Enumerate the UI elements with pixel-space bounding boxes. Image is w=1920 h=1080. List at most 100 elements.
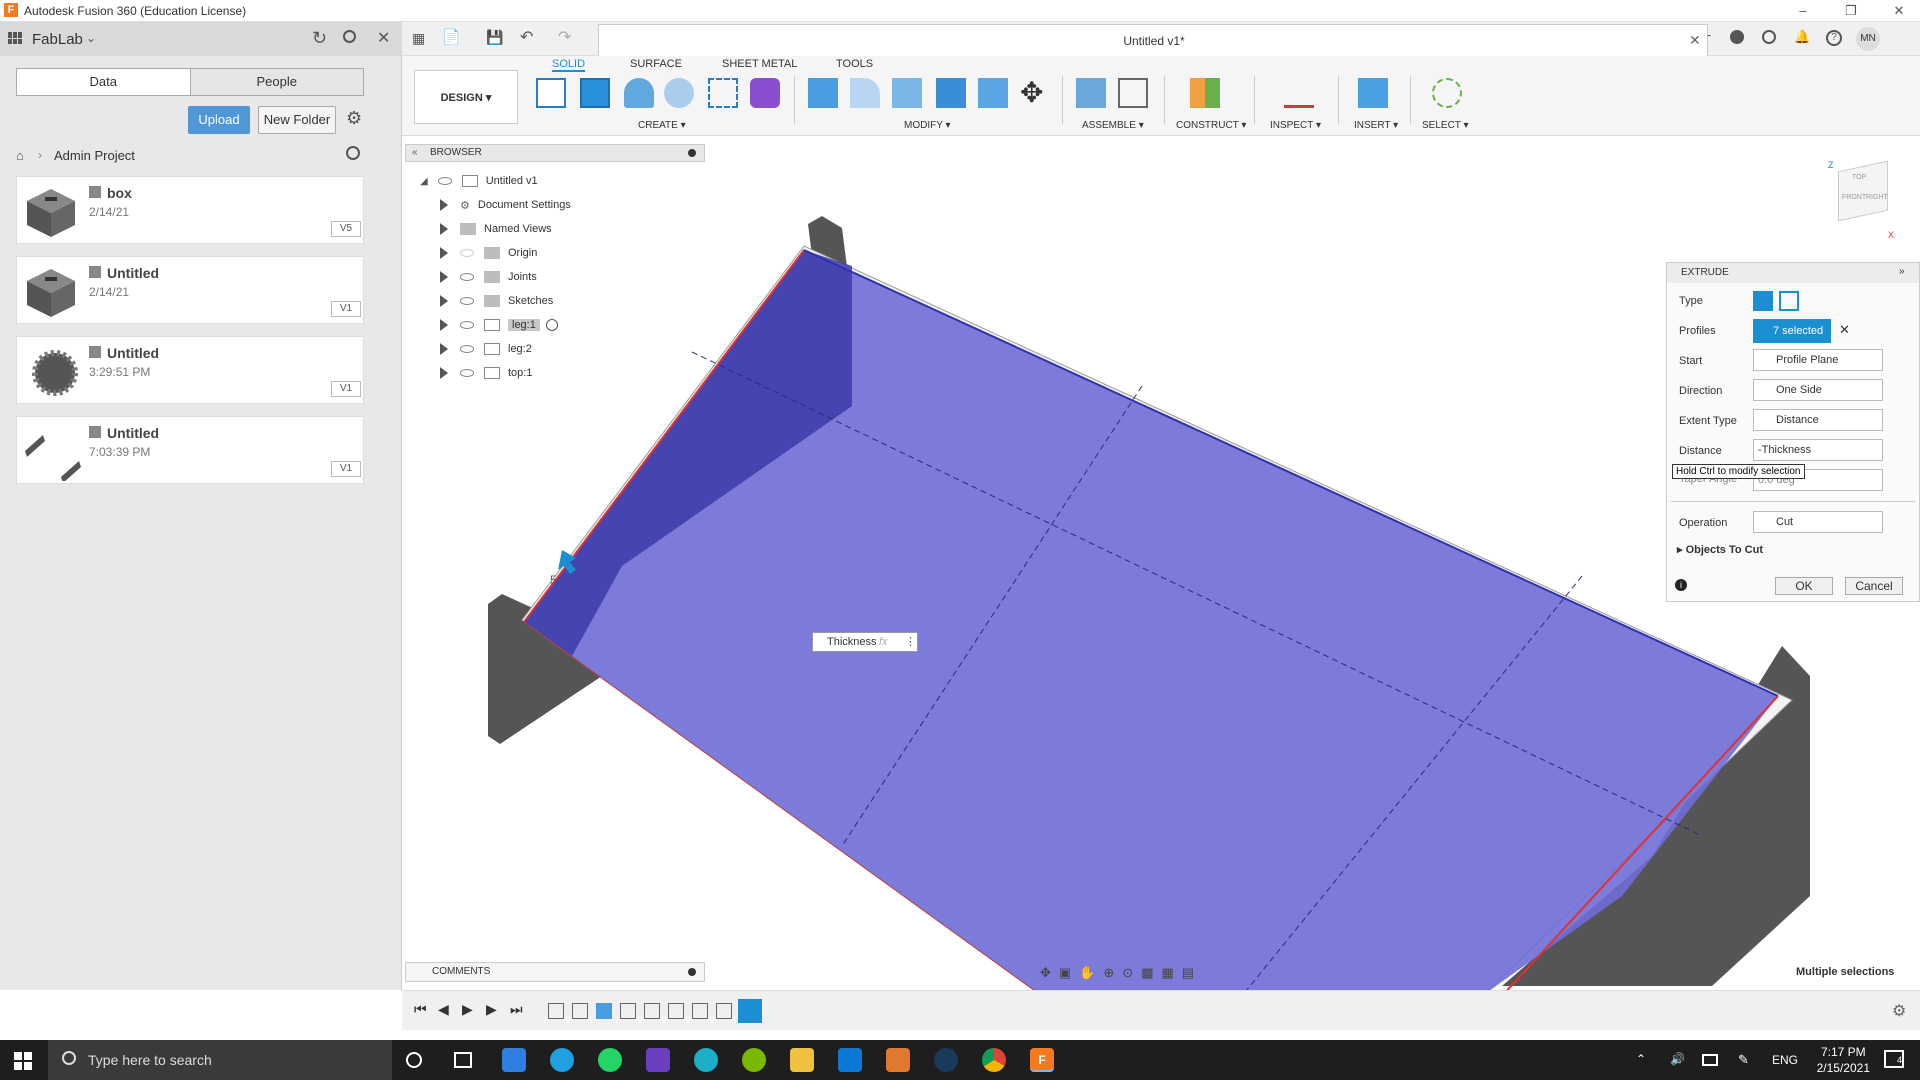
language-indicator[interactable]: ENG (1772, 1053, 1798, 1067)
previous-step-icon[interactable]: ◀ (438, 1001, 449, 1018)
extrude-icon[interactable] (580, 78, 610, 108)
refresh-icon[interactable]: ↻ (312, 28, 327, 49)
file-card[interactable]: Untitled 3:29:51 PM V1 (16, 336, 364, 404)
version-badge[interactable]: V1 (331, 301, 361, 317)
visibility-eye-icon[interactable] (437, 177, 452, 185)
activate-component-icon[interactable] (545, 319, 558, 331)
chrome-icon[interactable] (982, 1048, 1006, 1072)
browser-item-sketches[interactable]: Sketches (440, 290, 553, 312)
solid-extrude-icon[interactable] (1753, 291, 1773, 311)
file-card[interactable]: box 2/14/21 V5 (16, 176, 364, 244)
view-cube-front[interactable]: FRONT (1842, 194, 1866, 201)
app-diamond-icon[interactable] (646, 1048, 670, 1072)
view-cube-face[interactable] (1838, 160, 1888, 222)
cortana-icon[interactable] (406, 1052, 422, 1068)
notifications-bell-icon[interactable]: 🔔 (1794, 29, 1810, 45)
tab-data[interactable]: Data (17, 69, 190, 95)
create-sketch-icon[interactable] (536, 78, 566, 108)
expand-triangle-icon[interactable] (440, 319, 448, 331)
new-component-icon[interactable] (1076, 78, 1106, 108)
job-status-icon[interactable] (1762, 30, 1776, 44)
view-cube[interactable]: TOP FRONT RIGHT Z X (1824, 160, 1894, 240)
viewports-icon[interactable]: ▤ (1182, 965, 1194, 981)
move-copy-icon[interactable]: ✥ (1020, 76, 1043, 109)
browser-item-leg-1[interactable]: leg:1 (440, 314, 558, 336)
clear-selection-icon[interactable]: ✕ (1839, 322, 1850, 338)
expand-triangle-icon[interactable] (440, 199, 448, 211)
first-step-icon[interactable]: ⏮ (414, 1001, 427, 1018)
timeline-feature-icon[interactable] (620, 1003, 636, 1019)
volume-icon[interactable]: 🔊 (1670, 1052, 1685, 1066)
grid-settings-icon[interactable]: ▦ (1162, 965, 1174, 981)
timeline-feature-icon[interactable] (548, 1003, 564, 1019)
add-comment-icon[interactable] (688, 968, 696, 976)
app-green-icon[interactable] (742, 1048, 766, 1072)
help-icon[interactable]: ? (1826, 30, 1842, 46)
network-icon[interactable] (1702, 1054, 1718, 1066)
distance-input[interactable]: -Thickness (1753, 439, 1883, 461)
new-folder-button[interactable]: New Folder (258, 106, 336, 134)
split-body-icon[interactable] (978, 78, 1008, 108)
orbit-icon[interactable]: ✥ (1040, 965, 1051, 981)
fusion-taskbar-icon[interactable]: F (1030, 1048, 1054, 1072)
measure-icon[interactable] (1284, 78, 1314, 108)
expand-triangle-icon[interactable] (440, 247, 448, 259)
browser-item-named-views[interactable]: Named Views (440, 218, 552, 240)
combine-icon[interactable] (936, 78, 966, 108)
offset-plane-icon[interactable] (1190, 78, 1220, 108)
grid-menu-icon[interactable]: ▦ (412, 30, 425, 47)
function-icon[interactable]: fx (879, 633, 888, 651)
expand-triangle-icon[interactable] (440, 271, 448, 283)
browser-item-document-settings[interactable]: ⚙ Document Settings (440, 194, 571, 216)
extensions-icon[interactable] (1730, 30, 1744, 44)
project-selector[interactable]: FabLab (32, 31, 83, 48)
timeline-settings-gear-icon[interactable]: ⚙ (1892, 1001, 1906, 1021)
shell-icon[interactable] (892, 78, 922, 108)
select-icon[interactable] (1432, 78, 1462, 108)
version-badge[interactable]: V5 (331, 221, 361, 237)
steam-icon[interactable] (934, 1048, 958, 1072)
tab-people[interactable]: People (189, 69, 363, 95)
create-menu[interactable]: CREATE ▾ (638, 120, 686, 131)
hidden-eye-icon[interactable] (460, 249, 474, 257)
fit-icon[interactable]: ⊙ (1122, 965, 1133, 981)
version-badge[interactable]: V1 (331, 381, 361, 397)
start-select[interactable]: Profile Plane (1753, 349, 1883, 371)
apps-grid-icon[interactable] (8, 32, 22, 44)
objects-to-cut-toggle[interactable]: ▸ Objects To Cut (1677, 543, 1763, 556)
workspace-switcher[interactable]: DESIGN ▾ (414, 70, 518, 124)
close-button[interactable]: ✕ (1882, 0, 1916, 22)
expand-dialog-icon[interactable]: » (1899, 266, 1905, 277)
browser-item-joints[interactable]: Joints (440, 266, 537, 288)
insert-image-icon[interactable] (1358, 78, 1388, 108)
timeline-feature-icon[interactable] (572, 1003, 588, 1019)
expand-triangle-icon[interactable] (440, 367, 448, 379)
visibility-eye-icon[interactable] (460, 369, 474, 377)
extent-type-select[interactable]: Distance (1753, 409, 1883, 431)
timeline-feature-icon[interactable] (644, 1003, 660, 1019)
tab-solid[interactable]: SOLID (552, 58, 586, 72)
timeline-feature-icon[interactable] (596, 1003, 612, 1019)
modify-menu[interactable]: MODIFY ▾ (904, 120, 951, 131)
thin-extrude-icon[interactable] (1779, 291, 1799, 311)
create-form-icon[interactable] (750, 78, 780, 108)
select-menu[interactable]: SELECT ▾ (1422, 120, 1469, 131)
notification-center-icon[interactable]: 4 (1884, 1050, 1904, 1068)
visibility-eye-icon[interactable] (460, 345, 474, 353)
pan-hand-icon[interactable]: ✋ (1079, 965, 1095, 981)
app-orange-icon[interactable] (886, 1048, 910, 1072)
file-menu-icon[interactable]: 📄 (442, 28, 461, 46)
next-step-icon[interactable]: ▶ (486, 1001, 497, 1018)
file-card[interactable]: Untitled 7:03:39 PM V1 (16, 416, 364, 484)
settings-gear-icon[interactable]: ⚙ (346, 108, 362, 129)
distance-canvas-input[interactable]: Thickness fx ⋮ (812, 632, 918, 652)
direction-select[interactable]: One Side (1753, 379, 1883, 401)
play-icon[interactable]: ▶ (462, 1001, 473, 1018)
hole-icon[interactable] (664, 78, 694, 108)
browser-item-leg-2[interactable]: leg:2 (440, 338, 532, 360)
revolve-icon[interactable] (624, 78, 654, 108)
tab-surface[interactable]: SURFACE (630, 58, 682, 70)
close-panel-icon[interactable]: ✕ (377, 28, 390, 48)
timeline-feature-icon[interactable] (716, 1003, 732, 1019)
clock[interactable]: 7:17 PM 2/15/2021 (1817, 1044, 1870, 1076)
